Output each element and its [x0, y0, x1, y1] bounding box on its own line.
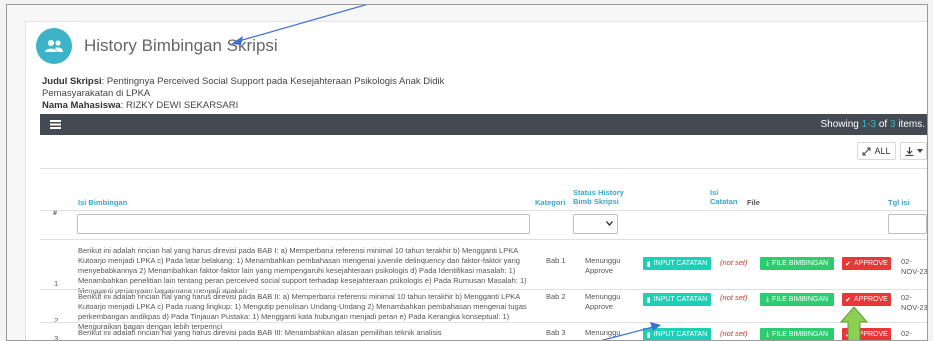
- annotation-layer: [231, 5, 869, 340]
- green-arrow-up-icon: [839, 306, 869, 340]
- annotation-arrow-title: [231, 5, 368, 45]
- browser-frame: History Bimbingan Skripsi Judul Skripsi:…: [6, 4, 928, 341]
- annotation-arrow-input: [600, 322, 661, 340]
